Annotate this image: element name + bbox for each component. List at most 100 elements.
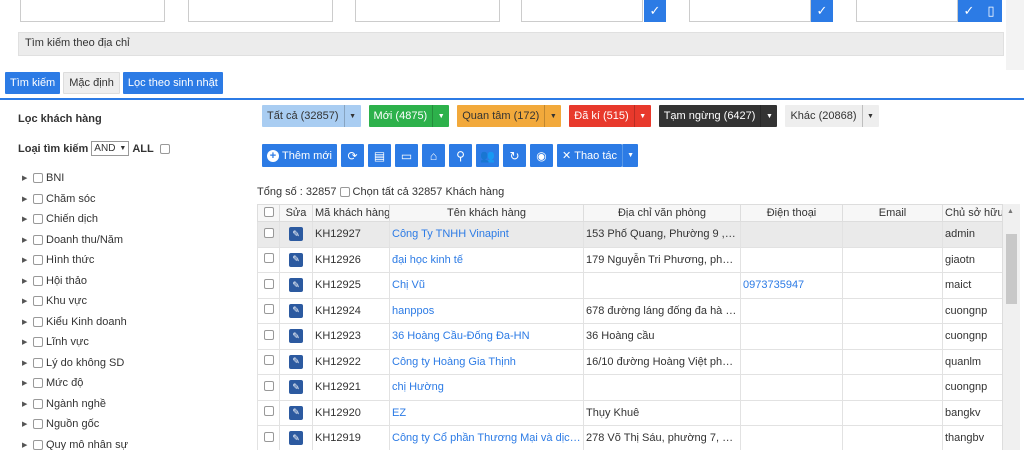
tree-item[interactable]: ▶ Quy mô nhân sự [22,435,128,450]
customer-name-link[interactable]: hanppos [389,297,584,324]
address-search-input[interactable]: Tìm kiếm theo địa chỉ [18,32,1004,56]
tree-checkbox[interactable] [33,419,43,430]
customer-phone[interactable]: 0973735947 [740,272,843,299]
tree-item[interactable]: ▶ Nguồn gốc [22,414,128,435]
chevron-down-icon[interactable]: ▼ [760,105,777,127]
actions-button[interactable]: ✕ Thao tác [557,144,623,167]
customer-name-link[interactable]: đại học kinh tế [389,246,584,273]
edit-icon[interactable]: ✎ [289,329,303,344]
tree-checkbox[interactable] [33,439,43,450]
refresh-icon[interactable]: ⟳ [341,144,364,167]
tree-item[interactable]: ▶ Lý do không SD [22,353,128,374]
table-row[interactable]: ✎ KH12919 Công ty Cổ phần Thương Mại và dị… [257,425,1006,450]
status-filter-button[interactable]: Mới (4875) ▼ [368,105,450,127]
bookmark-icon[interactable]: ⌂ [422,144,445,167]
chevron-down-icon[interactable]: ▼ [861,105,879,127]
header-email[interactable]: Email [842,204,943,222]
customer-name-link[interactable]: chị Hường [389,374,584,401]
tree-checkbox[interactable] [33,193,43,204]
customer-phone[interactable] [740,297,843,324]
row-checkbox[interactable] [263,253,274,264]
customer-phone[interactable] [740,399,843,426]
row-checkbox[interactable] [263,304,274,315]
header-phone[interactable]: Điện thoại [740,204,843,222]
expand-icon[interactable]: ▶ [22,256,30,264]
all-checkbox[interactable] [159,143,170,154]
tree-checkbox[interactable] [33,214,43,225]
edit-icon[interactable]: ✎ [289,252,303,267]
scrollbar[interactable] [1006,0,1024,70]
row-checkbox[interactable] [263,329,274,340]
edit-icon[interactable]: ✎ [289,278,303,293]
table-scrollbar[interactable]: ▲ [1002,204,1020,450]
edit-icon[interactable]: ✎ [289,405,303,420]
row-checkbox[interactable] [263,227,274,238]
chevron-down-icon[interactable]: ▼ [622,144,639,167]
chevron-down-icon[interactable]: ▼ [343,105,361,127]
tree-checkbox[interactable] [33,398,43,409]
tree-checkbox[interactable] [33,255,43,266]
row-checkbox[interactable] [263,355,274,366]
customer-phone[interactable] [740,221,843,248]
chevron-down-icon[interactable]: ▼ [544,105,561,127]
status-filter-button[interactable]: Tất cả (32857) ▼ [262,105,361,127]
search-button[interactable]: Tìm kiếm [5,72,61,94]
users-icon[interactable]: 👥 [476,144,499,167]
expand-icon[interactable]: ▶ [22,195,30,203]
status-filter-button[interactable]: Tạm ngừng (6427) ▼ [658,105,778,127]
customer-phone[interactable] [740,374,843,401]
edit-icon[interactable]: ✎ [289,303,303,318]
mobile-icon[interactable]: ▯ [980,0,1002,22]
status-filter-button[interactable]: Đã kí (515) ▼ [569,105,651,127]
default-button[interactable]: Mặc định [63,72,120,94]
expand-icon[interactable]: ▶ [22,379,30,387]
tree-item[interactable]: ▶ Khu vực [22,291,128,312]
edit-icon[interactable]: ✎ [289,431,303,446]
tree-item[interactable]: ▶ Hình thức [22,250,128,271]
search-input-2[interactable] [188,0,333,22]
search-input-3[interactable] [355,0,500,22]
tree-item[interactable]: ▶ Ngành nghề [22,394,128,415]
tree-checkbox[interactable] [33,234,43,245]
expand-icon[interactable]: ▶ [22,359,30,367]
expand-icon[interactable]: ▶ [22,420,30,428]
table-row[interactable]: ✎ KH12921 chị Hường cuongnp [257,374,1006,401]
tree-item[interactable]: ▶ BNI [22,168,128,189]
expand-icon[interactable]: ▶ [22,318,30,326]
tree-checkbox[interactable] [33,316,43,327]
tree-checkbox[interactable] [33,296,43,307]
search-input-1[interactable] [20,0,165,22]
header-code[interactable]: Mã khách hàng [312,204,390,222]
row-checkbox[interactable] [263,380,274,391]
table-row[interactable]: ✎ KH12923 36 Hoàng Cầu-Đống Đa-HN 36 Hoàng … [257,323,1006,350]
chevron-down-icon[interactable]: ▼ [633,105,651,127]
tree-item[interactable]: ▶ Chiến dịch [22,209,128,230]
tree-item[interactable]: ▶ Lĩnh vực [22,332,128,353]
expand-icon[interactable]: ▶ [22,236,30,244]
scroll-thumb[interactable] [1006,234,1017,304]
customer-phone[interactable] [740,425,843,450]
chevron-down-icon[interactable]: ▼ [432,105,449,127]
table-row[interactable]: ✎ KH12925 Chị Vũ 0973735947 maict [257,272,1006,299]
tree-checkbox[interactable] [33,275,43,286]
table-row[interactable]: ✎ KH12926 đại học kinh tế 179 Nguyễn Tri Ph… [257,246,1006,273]
search-icon[interactable]: ⚲ [449,144,472,167]
table-row[interactable]: ✎ KH12920 EZ Thụy Khuê bangkv [257,399,1006,426]
expand-icon[interactable]: ▶ [22,174,30,182]
id-card-icon[interactable]: ▭ [395,144,418,167]
birthday-filter-button[interactable]: Lọc theo sinh nhật [122,72,223,94]
customer-name-link[interactable]: Công ty Cổ phần Thương Mại và dịch vụ... [389,425,584,450]
tree-item[interactable]: ▶ Kiểu Kinh doanh [22,312,128,333]
table-row[interactable]: ✎ KH12922 Công ty Hoàng Gia Thịnh 16/10 đườ… [257,348,1006,375]
document-icon[interactable]: ▤ [368,144,391,167]
customer-phone[interactable] [740,348,843,375]
customer-name-link[interactable]: Công ty Hoàng Gia Thịnh [389,348,584,375]
row-checkbox[interactable] [263,431,274,442]
customer-name-link[interactable]: EZ [389,399,584,426]
check-icon[interactable]: ✓ [644,0,666,22]
customer-name-link[interactable]: Chị Vũ [389,272,584,299]
header-address[interactable]: Địa chỉ văn phòng [583,204,741,222]
expand-icon[interactable]: ▶ [22,441,30,449]
search-type-select[interactable]: AND ▼ [91,141,130,156]
customer-phone[interactable] [740,246,843,273]
